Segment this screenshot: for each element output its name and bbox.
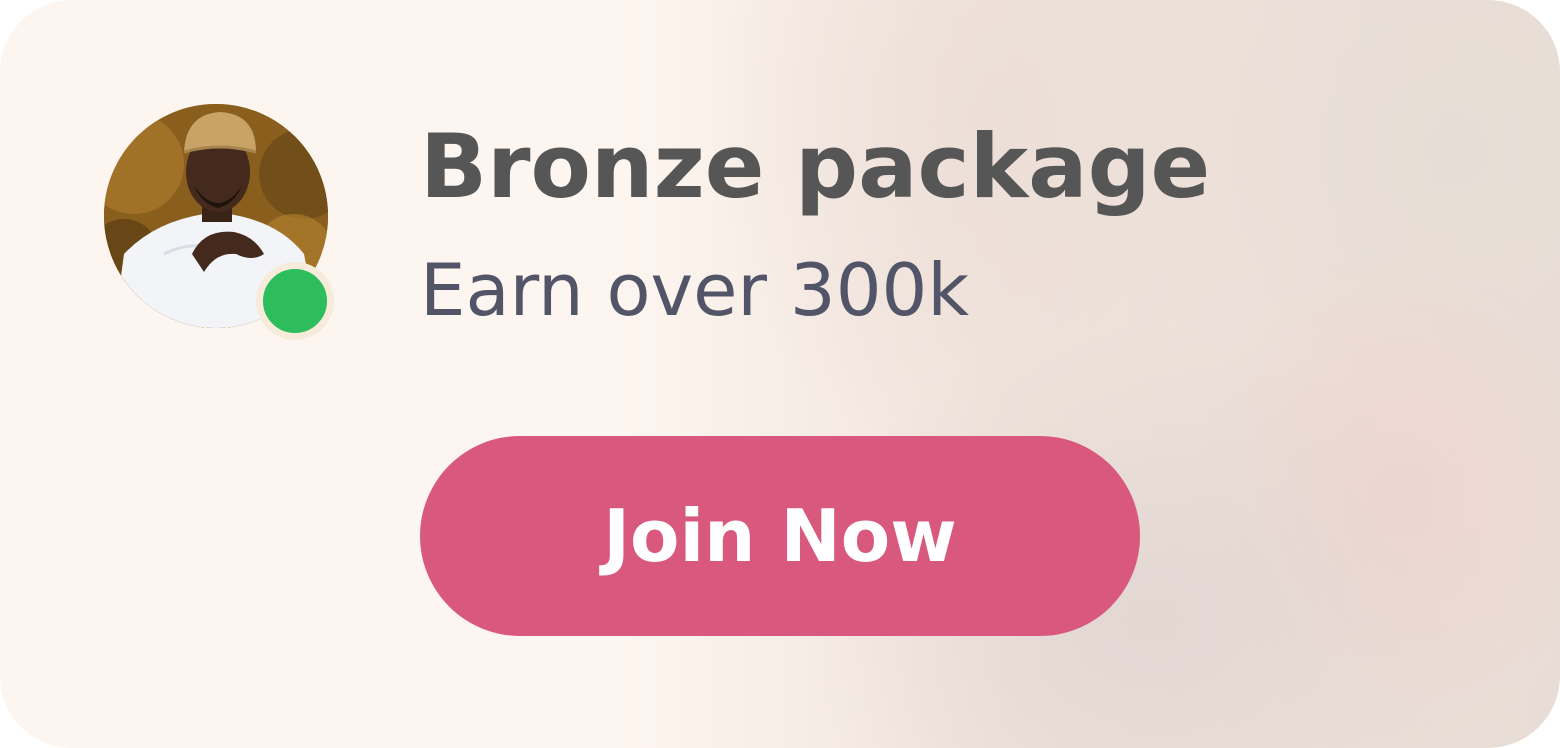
join-now-button[interactable]: Join Now <box>420 436 1140 636</box>
package-title: Bronze package <box>420 115 1211 218</box>
package-earnings: Earn over 300k <box>420 248 970 332</box>
online-status-indicator <box>256 262 334 340</box>
package-card: Bronze package Earn over 300k Join Now <box>0 0 1560 748</box>
avatar-container <box>104 104 334 340</box>
